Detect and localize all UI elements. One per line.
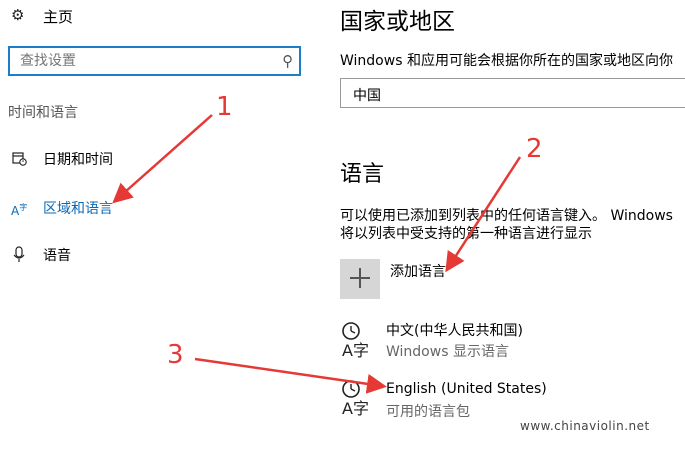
annotation-arrows	[112, 114, 522, 394]
annotation-number-3: 3	[167, 340, 184, 370]
watermark: www.chinaviolin.net	[520, 419, 650, 433]
annotation-number-1: 1	[216, 92, 233, 122]
annotation-arrow-1	[112, 114, 213, 204]
annotation-arrow-3	[194, 357, 387, 394]
annotation-arrow-2	[445, 156, 522, 273]
annotation-number-2: 2	[526, 134, 543, 164]
